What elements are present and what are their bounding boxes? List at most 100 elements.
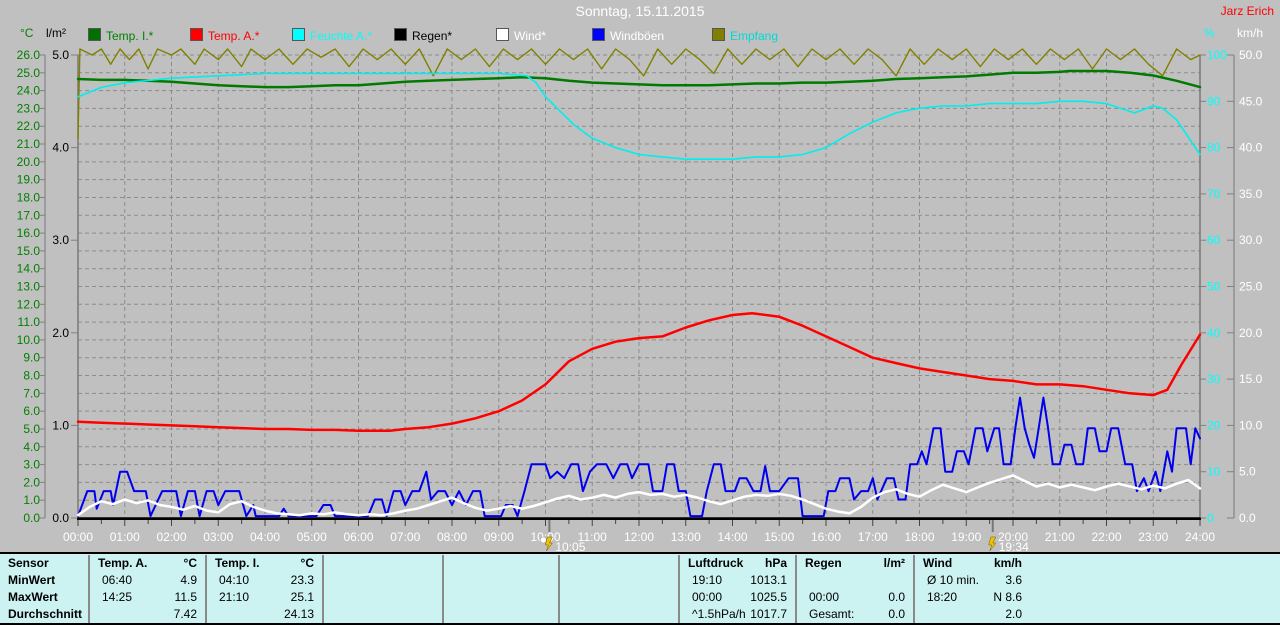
cell-time: 00:00 <box>692 590 723 604</box>
time-axis-label: 03:00 <box>203 530 233 544</box>
humidity-axis-tick-label: 0 <box>1207 511 1214 525</box>
stats-column-wind: Wind km/h Ø 10 min. 3.6 18:20 N 8.6 2.0 <box>913 555 1280 623</box>
wind-axis-tick-label: 45.0 <box>1239 94 1263 108</box>
stats-cell: 24.13 <box>207 606 322 623</box>
cell-value: hPa <box>764 556 787 570</box>
temp-axis-tick-label: 24.0 <box>17 84 41 98</box>
cell-value: 1025.5 <box>750 590 787 604</box>
temp-axis-tick-label: 25.0 <box>17 66 41 80</box>
rain-axis-tick-label: 2.0 <box>52 326 69 340</box>
wind-axis-tick-label: 5.0 <box>1239 465 1256 479</box>
stats-cell-header: Wind km/h <box>915 555 1030 572</box>
axis-labels: 0.0 1.0 2.0 3.0 4.0 5.0 6.0 7.0 8.0 9.0 10.0 11.0 12… <box>17 48 1263 544</box>
marker-time-label: 19:34 <box>999 540 1029 552</box>
time-axis-label: 13:00 <box>671 530 701 544</box>
stats-cell: Ø 10 min. 3.6 <box>915 572 1030 589</box>
temp-axis-tick-label: 11.0 <box>18 315 41 329</box>
stats-column-temp-a: Temp. A. °C 06:40 4.9 14:25 11.5 7.42 <box>88 555 205 623</box>
time-axis-label: 16:00 <box>811 530 841 544</box>
time-axis-label: 22:00 <box>1091 530 1121 544</box>
humidity-axis-tick-label: 10 <box>1207 465 1221 479</box>
cell-value: l/m² <box>883 556 905 570</box>
temp-axis-tick-label: 4.0 <box>23 440 40 454</box>
temp-axis-tick-label: 19.0 <box>17 173 41 187</box>
time-axis-label: 24:00 <box>1185 530 1215 544</box>
stats-cell: 06:40 4.9 <box>90 572 205 589</box>
temp-axis-tick-label: 20.0 <box>17 155 41 169</box>
temp-axis-tick-label: 12.0 <box>17 297 41 311</box>
temp-axis-tick-label: 26.0 <box>17 48 41 62</box>
cell-value: 2.0 <box>1005 607 1022 621</box>
cell-time: 14:25 <box>102 590 133 604</box>
cell-time: 19:10 <box>692 573 723 587</box>
humidity-axis-tick-label: 20 <box>1207 418 1221 432</box>
temp-axis-tick-label: 23.0 <box>17 101 41 115</box>
temp-axis-tick-label: 5.0 <box>23 422 40 436</box>
time-axis-label: 00:00 <box>63 530 93 544</box>
temp-axis-tick-label: 14.0 <box>17 262 41 276</box>
stats-column-empty <box>442 555 558 623</box>
humidity-axis-tick-label: 80 <box>1207 141 1221 155</box>
temp-axis-tick-label: 22.0 <box>17 119 41 133</box>
cell-time: ^1.5hPa/h <box>692 607 746 621</box>
stats-cell: 00:00 1025.5 <box>680 589 795 606</box>
chart-plot: 0.0 1.0 2.0 3.0 4.0 5.0 6.0 7.0 8.0 9.0 10.0 11.0 12… <box>17 48 1263 552</box>
stats-cell-header: Regen l/m² <box>797 555 913 572</box>
stats-cell: Gesamt: 0.0 <box>797 606 913 623</box>
stats-cell <box>560 606 678 623</box>
humidity-axis-tick-label: 70 <box>1207 187 1221 201</box>
stats-cell <box>797 572 913 589</box>
wind-axis-tick-label: 15.0 <box>1239 372 1263 386</box>
rain-axis-tick-label: 4.0 <box>52 141 69 155</box>
temp-axis-tick-label: 8.0 <box>23 369 40 383</box>
humidity-axis-tick-label: 30 <box>1207 372 1221 386</box>
cell-value: 24.13 <box>283 607 314 621</box>
cell-time: Temp. I. <box>215 556 260 570</box>
stats-column-empty <box>558 555 678 623</box>
wind-axis-tick-label: 40.0 <box>1239 141 1263 155</box>
cell-value: 4.9 <box>180 573 197 587</box>
cell-time: 00:00 <box>809 590 840 604</box>
cell-value: 1017.7 <box>750 607 787 621</box>
stats-cell: 14:25 11.5 <box>90 589 205 606</box>
cell-time: Wind <box>923 556 953 570</box>
humidity-axis-tick-label: 50 <box>1207 280 1221 294</box>
stats-cell <box>324 572 442 589</box>
marker-time-label: 10:05 <box>555 540 585 552</box>
stats-cell-header: Temp. A. °C <box>90 555 205 572</box>
temp-axis-tick-label: 16.0 <box>17 226 41 240</box>
cell-value: 0.0 <box>888 607 905 621</box>
humidity-axis-tick-label: 60 <box>1207 233 1221 247</box>
stats-row-header: Sensor <box>8 556 49 570</box>
temp-axis-tick-label: 2.0 <box>23 475 40 489</box>
stats-cell: 18:20 N 8.6 <box>915 589 1030 606</box>
cell-value: 7.42 <box>173 607 197 621</box>
stats-column-empty <box>322 555 442 623</box>
x-axis-ticks <box>77 520 1201 526</box>
cell-value: 11.5 <box>174 590 197 604</box>
time-axis-label: 04:00 <box>250 530 280 544</box>
time-axis-label: 02:00 <box>156 530 186 544</box>
cell-time: Gesamt: <box>809 607 855 621</box>
time-axis-label: 09:00 <box>484 530 514 544</box>
stats-cell: 04:10 23.3 <box>207 572 322 589</box>
cell-value: 1013.1 <box>750 573 787 587</box>
stats-cell <box>444 606 558 623</box>
cell-time: 04:10 <box>219 573 250 587</box>
cell-value: °C <box>300 556 314 570</box>
time-axis-label: 08:00 <box>437 530 467 544</box>
stats-cell <box>444 572 558 589</box>
wind-axis-tick-label: 20.0 <box>1239 326 1263 340</box>
temp-axis-tick-label: 6.0 <box>23 404 40 418</box>
temp-axis-tick-label: 17.0 <box>17 208 41 222</box>
time-axis-label: 12:00 <box>624 530 654 544</box>
time-axis-label: 14:00 <box>717 530 747 544</box>
temp-axis-tick-label: 13.0 <box>17 280 41 294</box>
temp-axis-tick-label: 9.0 <box>23 351 40 365</box>
cell-time: Temp. A. <box>98 556 148 570</box>
wind-axis-tick-label: 25.0 <box>1239 280 1263 294</box>
stats-row-header: Durchschnitt <box>8 607 83 621</box>
stats-cell-header <box>324 555 442 572</box>
sun-icon <box>540 536 547 544</box>
stats-cell-header: Temp. I. °C <box>207 555 322 572</box>
